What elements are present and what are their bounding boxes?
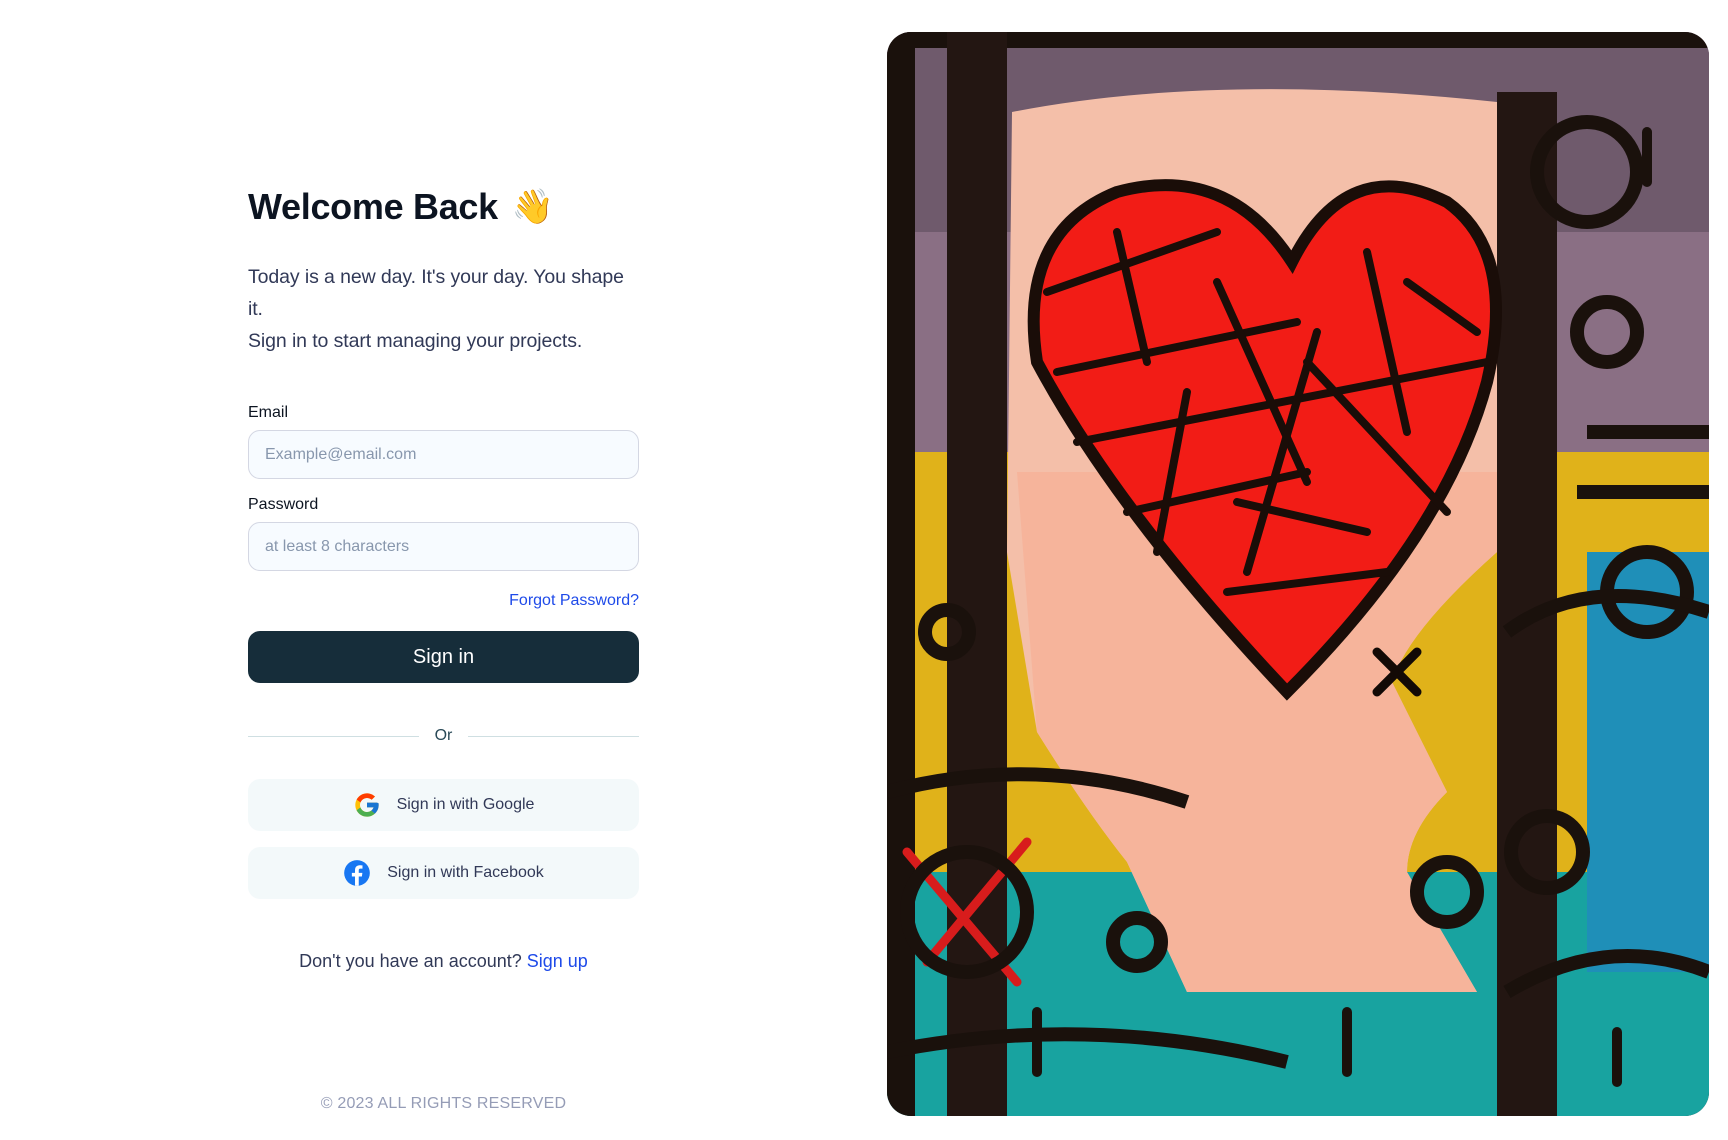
email-group: Email: [248, 404, 639, 479]
password-group: Password: [248, 496, 639, 571]
copyright-footer: © 2023 ALL RIGHTS RESERVED: [320, 1095, 567, 1112]
google-logo-icon: [353, 791, 381, 819]
login-form: Welcome Back 👋 Today is a new day. It's …: [248, 183, 639, 972]
password-field[interactable]: [248, 522, 639, 571]
title-row: Welcome Back 👋: [248, 183, 639, 231]
page-subtitle: Today is a new day. It's your day. You s…: [248, 261, 639, 357]
signup-row: Don't you have an account? Sign up: [248, 951, 639, 972]
email-label: Email: [248, 404, 289, 421]
hero-image: [887, 32, 1709, 1116]
facebook-logo-icon: [343, 859, 371, 887]
google-button-label: Sign in with Google: [396, 796, 535, 813]
waving-hand-icon: 👋: [511, 188, 555, 226]
graffiti-heart-artwork: [887, 32, 1709, 1116]
subtitle-line-2: Sign in to start managing your projects.: [248, 330, 583, 352]
sign-up-link[interactable]: Sign up: [527, 951, 588, 971]
facebook-button-label: Sign in with Facebook: [387, 864, 544, 881]
google-sign-in-button[interactable]: Sign in with Google: [248, 779, 639, 831]
divider-line-left: [248, 735, 419, 737]
password-label: Password: [248, 496, 319, 513]
sign-in-button[interactable]: Sign in: [248, 631, 639, 683]
forgot-password-link[interactable]: Forgot Password?: [509, 592, 639, 609]
login-panel: Welcome Back 👋 Today is a new day. It's …: [0, 0, 880, 1140]
signup-prompt: Don't you have an account?: [299, 951, 522, 971]
or-divider: Or: [248, 727, 639, 745]
divider-line-right: [468, 735, 639, 737]
forgot-row: Forgot Password?: [248, 592, 639, 610]
page-title: Welcome Back: [248, 186, 498, 227]
divider-text: Or: [434, 727, 453, 744]
login-page: Welcome Back 👋 Today is a new day. It's …: [0, 0, 1728, 1140]
facebook-sign-in-button[interactable]: Sign in with Facebook: [248, 847, 639, 899]
subtitle-line-1: Today is a new day. It's your day. You s…: [248, 266, 624, 320]
email-field[interactable]: [248, 430, 639, 479]
